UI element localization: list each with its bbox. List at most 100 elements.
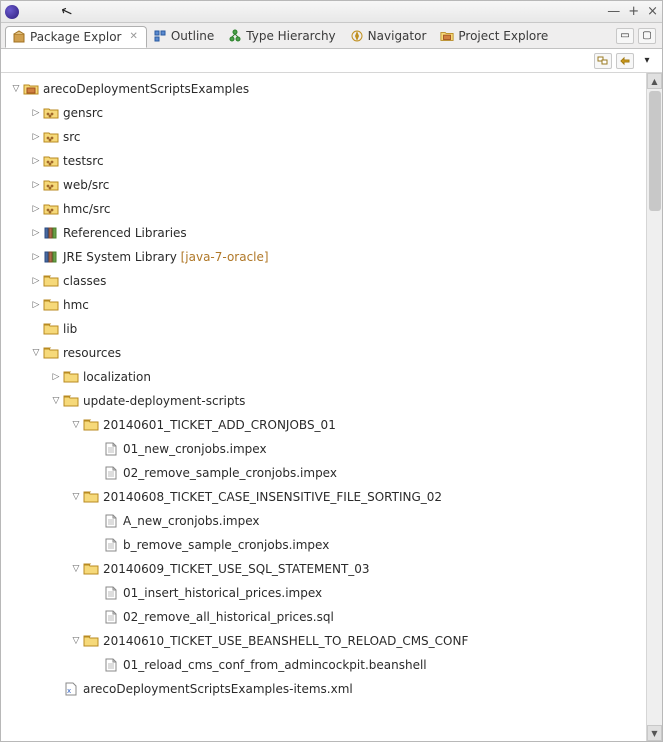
- tree-node[interactable]: ▷ gensrc: [5, 101, 646, 125]
- expand-twisty-icon[interactable]: ▷: [29, 301, 43, 310]
- tab-label: Type Hierarchy: [246, 29, 335, 43]
- tree-node[interactable]: ▷ JRE System Library [java-7-oracle]: [5, 245, 646, 269]
- link-with-editor-button[interactable]: [616, 53, 634, 69]
- cursor-icon: ↖: [59, 2, 75, 21]
- tree-node[interactable]: b_remove_sample_cronjobs.impex: [5, 533, 646, 557]
- tree-node-label: arecoDeploymentScriptsExamples: [43, 83, 249, 95]
- tree-node[interactable]: 01_new_cronjobs.impex: [5, 437, 646, 461]
- package-explorer-tree[interactable]: ▽ arecoDeploymentScriptsExamples ▷ gensrc ▷ s…: [1, 73, 646, 741]
- tree-node-label: Referenced Libraries: [63, 227, 187, 239]
- tab-label: Project Explore: [458, 29, 548, 43]
- tree-node[interactable]: ▽ arecoDeploymentScriptsExamples: [5, 77, 646, 101]
- tabstrip-tools: ▭ ▢: [616, 28, 662, 44]
- expand-twisty-icon[interactable]: ▷: [29, 277, 43, 286]
- tree-node[interactable]: ▷hmc/src: [5, 197, 646, 221]
- minimize-view-button[interactable]: ▭: [616, 28, 634, 44]
- collapse-all-button[interactable]: [594, 53, 612, 69]
- tree-node-label: 01_insert_historical_prices.impex: [123, 587, 322, 599]
- project-icon: [23, 81, 39, 97]
- tree-node[interactable]: lib: [5, 317, 646, 341]
- expand-twisty-icon[interactable]: ▷: [29, 157, 43, 166]
- scroll-down-button[interactable]: ▼: [647, 725, 662, 741]
- tree-node[interactable]: ▷ web/src: [5, 173, 646, 197]
- vertical-scrollbar[interactable]: ▲ ▼: [646, 73, 662, 741]
- tree-node-label: 02_remove_all_historical_prices.sql: [123, 611, 334, 623]
- tree-node-label: 01_new_cronjobs.impex: [123, 443, 267, 455]
- tree-node-label: JRE System Library [java-7-oracle]: [63, 251, 269, 263]
- tree-node[interactable]: ▽20140610_TICKET_USE_BEANSHELL_TO_RELOAD…: [5, 629, 646, 653]
- expand-twisty-icon[interactable]: ▽: [69, 565, 83, 574]
- tree-node[interactable]: 02_remove_sample_cronjobs.impex: [5, 461, 646, 485]
- expand-twisty-icon[interactable]: ▷: [29, 181, 43, 190]
- tab-label: Navigator: [368, 29, 427, 43]
- tab-package-explor[interactable]: Package Explor ✕: [5, 26, 147, 48]
- expand-twisty-icon[interactable]: ▷: [49, 373, 63, 382]
- titlebar[interactable]: ↖ — + ×: [1, 1, 662, 23]
- tree-node[interactable]: ▽ 20140608_TICKET_CASE_INSENSITIVE_FILE_S…: [5, 485, 646, 509]
- eclipse-window: ↖ — + × Package Explor ✕ Outline Type Hiera…: [0, 0, 663, 742]
- expand-twisty-icon[interactable]: ▷: [29, 205, 43, 214]
- expand-twisty-icon[interactable]: ▽: [29, 349, 43, 358]
- scroll-up-button[interactable]: ▲: [647, 73, 662, 89]
- expand-twisty-icon[interactable]: ▽: [69, 421, 83, 430]
- scroll-thumb[interactable]: [649, 91, 661, 211]
- tree-node-label: web/src: [63, 179, 109, 191]
- tree-node-label: b_remove_sample_cronjobs.impex: [123, 539, 329, 551]
- file-icon: [103, 657, 119, 673]
- tab-navigator[interactable]: Navigator: [344, 25, 435, 47]
- tree-node-label: 20140610_TICKET_USE_BEANSHELL_TO_RELOAD_…: [103, 635, 468, 647]
- expand-twisty-icon[interactable]: ▷: [29, 229, 43, 238]
- folder-icon: [63, 393, 79, 409]
- expand-twisty-icon[interactable]: ▽: [9, 85, 23, 94]
- expand-twisty-icon[interactable]: ▽: [69, 493, 83, 502]
- tree-node[interactable]: ▷hmc: [5, 293, 646, 317]
- tree-node[interactable]: ▽resources: [5, 341, 646, 365]
- tree-node[interactable]: ▽update-deployment-scripts: [5, 389, 646, 413]
- tree-node[interactable]: A_new_cronjobs.impex: [5, 509, 646, 533]
- tree-node[interactable]: 01_reload_cms_conf_from_admincockpit.bea…: [5, 653, 646, 677]
- close-tab-icon[interactable]: ✕: [129, 31, 137, 42]
- tab-type-hierarchy[interactable]: Type Hierarchy: [222, 25, 343, 47]
- tree-node[interactable]: 02_remove_all_historical_prices.sql: [5, 605, 646, 629]
- tree-node[interactable]: ▷testsrc: [5, 149, 646, 173]
- tree-node[interactable]: 01_insert_historical_prices.impex: [5, 581, 646, 605]
- tab-label: Outline: [171, 29, 214, 43]
- tree-node[interactable]: ▷localization: [5, 365, 646, 389]
- navigator-icon: [350, 29, 364, 43]
- expand-twisty-icon[interactable]: ▷: [29, 253, 43, 262]
- tree-node-label: A_new_cronjobs.impex: [123, 515, 260, 527]
- project-icon: [440, 29, 454, 43]
- typeh-icon: [228, 29, 242, 43]
- package-icon: [12, 30, 26, 44]
- tab-project-explore[interactable]: Project Explore: [434, 25, 556, 47]
- tree-node[interactable]: ▷ classes: [5, 269, 646, 293]
- tree-node-label: 20140609_TICKET_USE_SQL_STATEMENT_03: [103, 563, 370, 575]
- maximize-view-button[interactable]: ▢: [638, 28, 656, 44]
- tree-node[interactable]: ▽ 20140609_TICKET_USE_SQL_STATEMENT_03: [5, 557, 646, 581]
- close-button[interactable]: ×: [647, 4, 658, 19]
- tree-node[interactable]: ▽ 20140601_TICKET_ADD_CRONJOBS_01: [5, 413, 646, 437]
- folder-icon: [43, 345, 59, 361]
- tree-node-label: 20140601_TICKET_ADD_CRONJOBS_01: [103, 419, 336, 431]
- eclipse-app-icon: [5, 5, 19, 19]
- tree-node-label: src: [63, 131, 81, 143]
- tree-node[interactable]: ▷ src: [5, 125, 646, 149]
- tree-node[interactable]: arecoDeploymentScriptsExamples-items.xml: [5, 677, 646, 701]
- view-menu-button[interactable]: ▾: [638, 53, 656, 69]
- tree-node-label: classes: [63, 275, 106, 287]
- tab-label: Package Explor: [30, 30, 121, 44]
- tree-node[interactable]: ▷ Referenced Libraries: [5, 221, 646, 245]
- tree-node-label: gensrc: [63, 107, 103, 119]
- outline-icon: [153, 29, 167, 43]
- view-tabs: Package Explor ✕ Outline Type Hierarchy Navi…: [1, 23, 662, 49]
- xml-icon: [63, 681, 79, 697]
- expand-twisty-icon[interactable]: ▷: [29, 133, 43, 142]
- view-toolbar: ▾: [1, 49, 662, 73]
- expand-twisty-icon[interactable]: ▷: [29, 109, 43, 118]
- tab-outline[interactable]: Outline: [147, 25, 222, 47]
- expand-twisty-icon[interactable]: ▽: [49, 397, 63, 406]
- maximize-button[interactable]: +: [628, 4, 639, 19]
- minimize-button[interactable]: —: [607, 4, 620, 19]
- tree-node-label: 20140608_TICKET_CASE_INSENSITIVE_FILE_SO…: [103, 491, 442, 503]
- content-area: ▽ arecoDeploymentScriptsExamples ▷ gensrc ▷ s…: [1, 73, 662, 741]
